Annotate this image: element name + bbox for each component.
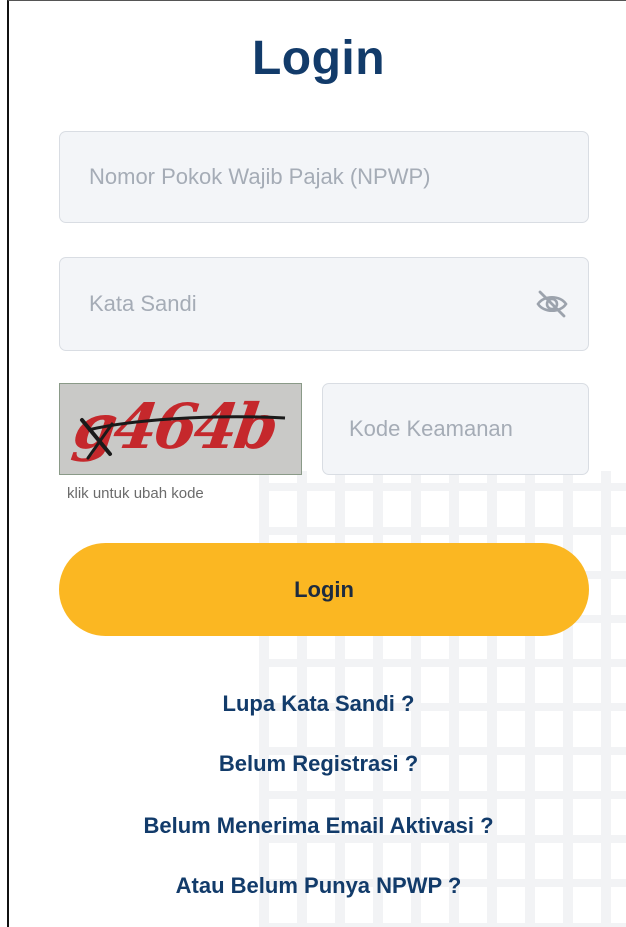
forgot-password-link[interactable]: Lupa Kata Sandi ? bbox=[9, 691, 626, 717]
no-npwp-link[interactable]: Atau Belum Punya NPWP ? bbox=[9, 873, 626, 899]
eye-slash-icon[interactable] bbox=[534, 286, 570, 322]
npwp-field[interactable] bbox=[59, 131, 589, 223]
password-field[interactable] bbox=[59, 257, 589, 351]
npwp-input[interactable] bbox=[60, 132, 588, 222]
login-panel: Login g464b klik untuk ubah kode Login L… bbox=[7, 0, 626, 927]
activation-email-link[interactable]: Belum Menerima Email Aktivasi ? bbox=[9, 813, 626, 839]
page-title: Login bbox=[251, 32, 386, 85]
login-button[interactable]: Login bbox=[59, 543, 589, 636]
password-input[interactable] bbox=[60, 258, 588, 350]
security-code-input[interactable] bbox=[323, 384, 588, 474]
captcha-strike-lines bbox=[80, 415, 286, 460]
captcha-image[interactable]: g464b bbox=[59, 383, 302, 475]
captcha-refresh-hint[interactable]: klik untuk ubah kode bbox=[67, 485, 204, 502]
register-link[interactable]: Belum Registrasi ? bbox=[9, 751, 626, 777]
security-code-field[interactable] bbox=[322, 383, 589, 475]
